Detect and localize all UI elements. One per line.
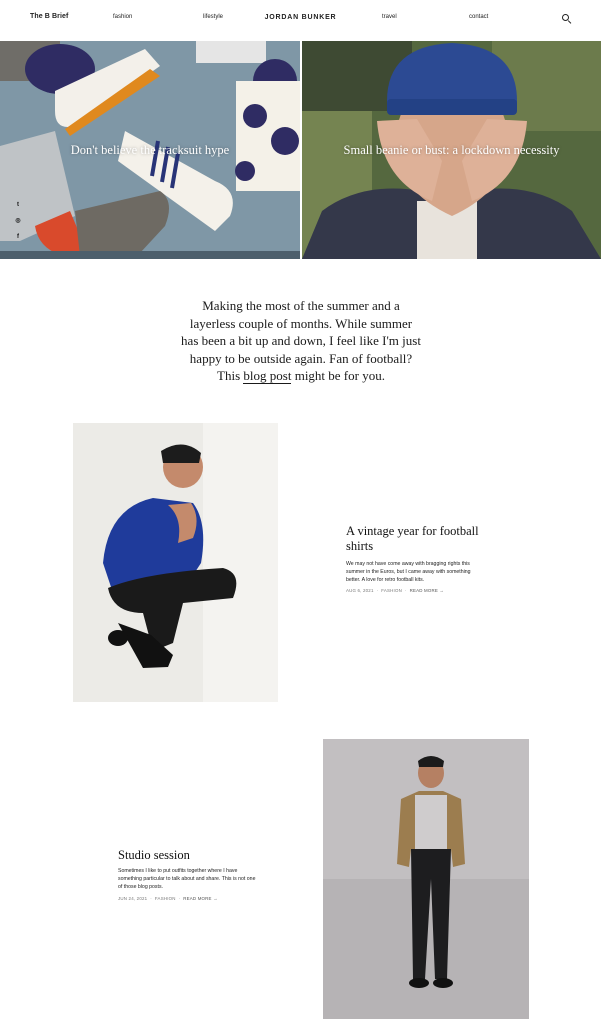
post-image-football-shirts[interactable]: [73, 423, 278, 702]
post-date: AUG 6, 2021: [346, 588, 374, 593]
read-more-link[interactable]: READ MORE →: [183, 896, 217, 901]
site-logo[interactable]: JORDAN BUNKER: [0, 14, 601, 21]
search-icon[interactable]: [562, 14, 572, 25]
post-title-football-shirts[interactable]: A vintage year for football shirts: [346, 524, 506, 554]
post-title-studio-session[interactable]: Studio session: [118, 848, 288, 863]
site-header: The B Brief fashion lifestyle JORDAN BUN…: [0, 0, 601, 40]
post-date: JUN 24, 2021: [118, 896, 148, 901]
hero-section: Don't believe the tracksuit hype t ◎ f S…: [0, 41, 601, 259]
nav-link-travel[interactable]: travel: [382, 14, 397, 20]
read-more-link[interactable]: READ MORE →: [410, 588, 444, 593]
hero-card-beanie[interactable]: Small beanie or bust: a lockdown necessi…: [302, 41, 601, 259]
post-meta-studio-session: JUN 24, 2021 · FASHION · READ MORE →: [118, 896, 218, 901]
hero-card-tracksuit[interactable]: Don't believe the tracksuit hype t ◎ f: [0, 41, 300, 259]
intro-text: Making the most of the summer and a laye…: [181, 298, 421, 384]
post-excerpt-studio-session: Sometimes I like to put outfits together…: [118, 868, 256, 890]
post-image-studio-session[interactable]: [323, 739, 529, 1019]
post-category-link[interactable]: FASHION: [155, 896, 176, 901]
hero-title-left: Don't believe the tracksuit hype: [70, 143, 230, 157]
facebook-icon[interactable]: f: [14, 233, 22, 241]
intro-blog-post-link[interactable]: blog post: [243, 368, 292, 384]
post-excerpt-football-shirts: We may not have come away with bragging …: [346, 561, 471, 583]
hero-title-right: Small beanie or bust: a lockdown necessi…: [343, 143, 560, 157]
post-category-link[interactable]: FASHION: [381, 588, 402, 593]
twitter-icon[interactable]: t: [14, 201, 22, 209]
post-meta-football-shirts: AUG 6, 2021 · FASHION · READ MORE →: [346, 588, 445, 593]
nav-link-contact[interactable]: contact: [469, 14, 488, 20]
instagram-icon[interactable]: ◎: [14, 217, 22, 225]
